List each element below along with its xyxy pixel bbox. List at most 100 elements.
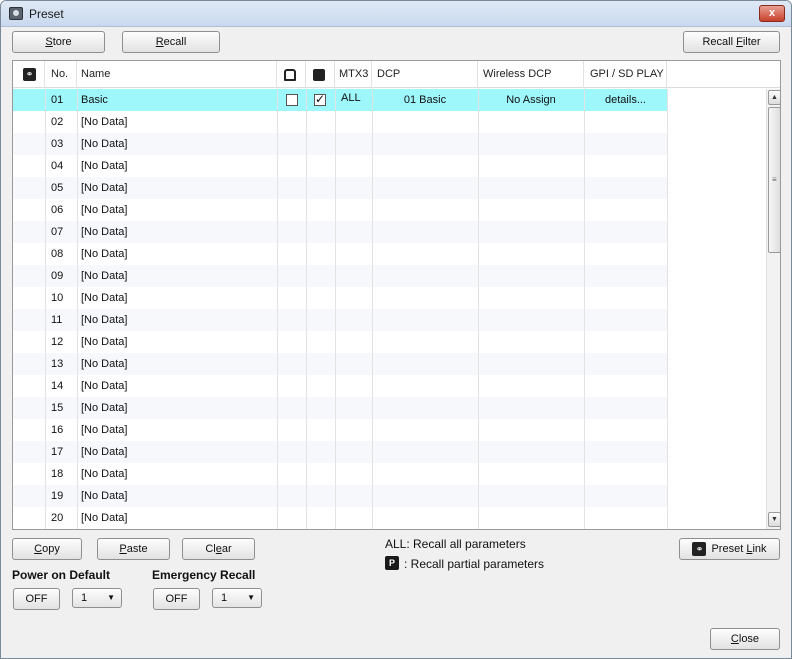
table-row[interactable]: 14 [No Data] <box>13 375 667 397</box>
clear-button[interactable]: Clear <box>182 538 255 560</box>
preset-name: [No Data] <box>81 358 128 370</box>
table-row[interactable]: 19 [No Data] <box>13 485 667 507</box>
preset-name: [No Data] <box>81 160 128 172</box>
table-row[interactable]: 10 [No Data] <box>13 287 667 309</box>
emergency-recall-select[interactable]: 1 ▼ <box>212 588 262 608</box>
column-divider <box>77 89 78 529</box>
column-divider <box>306 89 307 529</box>
column-divider <box>277 89 278 529</box>
camera-icon <box>9 7 23 20</box>
scroll-thumb[interactable]: ≡ <box>768 107 780 253</box>
table-row[interactable]: 06 [No Data] <box>13 199 667 221</box>
table-row[interactable]: 11 [No Data] <box>13 309 667 331</box>
preset-name: [No Data] <box>81 490 128 502</box>
row-number: 17 <box>51 446 64 458</box>
recall-filter-button[interactable]: Recall Filter <box>683 31 780 53</box>
table-row[interactable]: 16 [No Data] <box>13 419 667 441</box>
link-icon: ⚭ <box>23 68 36 81</box>
column-header-wireless-dcp: Wireless DCP <box>478 61 584 88</box>
table-row[interactable]: 18 [No Data] <box>13 463 667 485</box>
row-number: 01 <box>51 94 64 106</box>
row-number: 18 <box>51 468 64 480</box>
preset-name: [No Data] <box>81 468 128 480</box>
preset-name: [No Data] <box>81 336 128 348</box>
column-header-gpi-sd-play: GPI / SD PLAY <box>584 61 667 88</box>
row-number: 20 <box>51 512 64 524</box>
table-row[interactable]: 03 [No Data] <box>13 133 667 155</box>
preset-name: [No Data] <box>81 116 128 128</box>
row-number: 07 <box>51 226 64 238</box>
table-row[interactable]: 17 [No Data] <box>13 441 667 463</box>
row-number: 16 <box>51 424 64 436</box>
table-row[interactable]: 15 [No Data] <box>13 397 667 419</box>
row-number: 15 <box>51 402 64 414</box>
table-row[interactable]: 13 [No Data] <box>13 353 667 375</box>
column-divider <box>667 89 668 529</box>
legend-partial: : Recall partial parameters <box>404 557 545 571</box>
preset-name: [No Data] <box>81 402 128 414</box>
preset-table: ⚭ No. Name MTX3 DCP Wireless DCP GPI / S… <box>12 60 781 530</box>
store-button[interactable]: Store <box>12 31 105 53</box>
column-header-dcp: DCP <box>372 61 478 88</box>
column-header-mtx3: MTX3 <box>335 61 372 88</box>
column-divider <box>335 89 336 529</box>
vertical-scrollbar[interactable]: ▲ ≡ ▼ <box>766 89 780 529</box>
row-number: 02 <box>51 116 64 128</box>
power-on-default-select[interactable]: 1 ▼ <box>72 588 122 608</box>
table-row[interactable]: 08 [No Data] <box>13 243 667 265</box>
protect-checkbox[interactable] <box>286 94 298 106</box>
chevron-down-icon: ▼ <box>107 593 115 602</box>
paste-button[interactable]: Paste <box>97 538 170 560</box>
gpi-details-link: details... <box>605 94 646 106</box>
power-on-default-label: Power on Default <box>12 568 111 582</box>
scroll-down-arrow[interactable]: ▼ <box>768 512 780 527</box>
table-row[interactable]: 20 [No Data] <box>13 507 667 529</box>
row-number: 11 <box>51 314 63 326</box>
row-number: 05 <box>51 182 64 194</box>
recall-button[interactable]: Recall <box>122 31 220 53</box>
table-row[interactable]: 05 [No Data] <box>13 177 667 199</box>
row-number: 08 <box>51 248 64 260</box>
preset-link-button[interactable]: ⚭ Preset Link <box>679 538 780 560</box>
row-number: 10 <box>51 292 64 304</box>
scroll-up-arrow[interactable]: ▲ <box>768 90 780 105</box>
close-window-button[interactable]: x <box>759 5 785 22</box>
column-divider <box>584 89 585 529</box>
recall-checkbox[interactable] <box>314 92 326 106</box>
table-row[interactable]: 07 [No Data] <box>13 221 667 243</box>
partial-recall-icon: P <box>385 556 399 570</box>
column-divider <box>372 89 373 529</box>
table-row[interactable]: 02 [No Data] <box>13 111 667 133</box>
preset-name: [No Data] <box>81 424 128 436</box>
preset-name: [No Data] <box>81 182 128 194</box>
row-number: 06 <box>51 204 64 216</box>
emergency-recall-label: Emergency Recall <box>152 568 256 582</box>
table-row[interactable]: 09 [No Data] <box>13 265 667 287</box>
title-bar: Preset x <box>1 1 791 27</box>
table-body: 01 Basic ALL 01 Basic No Assign details... 02 [… <box>13 89 767 529</box>
close-button[interactable]: Close <box>710 628 780 650</box>
table-row[interactable]: 12 [No Data] <box>13 331 667 353</box>
preset-name: [No Data] <box>81 138 128 150</box>
dcp-value: 01 Basic <box>403 94 447 106</box>
table-row[interactable]: 01 Basic ALL 01 Basic No Assign details... <box>13 89 667 111</box>
row-number: 03 <box>51 138 64 150</box>
protect-column-header <box>277 61 306 88</box>
column-divider <box>478 89 479 529</box>
row-number: 19 <box>51 490 64 502</box>
preset-name: [No Data] <box>81 292 128 304</box>
preset-name: [No Data] <box>81 446 128 458</box>
wireless-dcp-value: No Assign <box>506 94 556 106</box>
copy-button[interactable]: Copy <box>12 538 82 560</box>
preset-name: [No Data] <box>81 380 128 392</box>
emergency-recall-toggle[interactable]: OFF <box>153 588 200 610</box>
table-row[interactable]: 04 [No Data] <box>13 155 667 177</box>
chevron-down-icon: ▼ <box>247 593 255 602</box>
lock-icon <box>284 69 296 81</box>
clock-icon <box>313 69 325 81</box>
power-on-default-toggle[interactable]: OFF <box>13 588 60 610</box>
link-icon: ⚭ <box>692 542 707 557</box>
link-column-header[interactable]: ⚭ <box>13 61 45 88</box>
clock-column-header <box>306 61 335 88</box>
row-number: 12 <box>51 336 64 348</box>
